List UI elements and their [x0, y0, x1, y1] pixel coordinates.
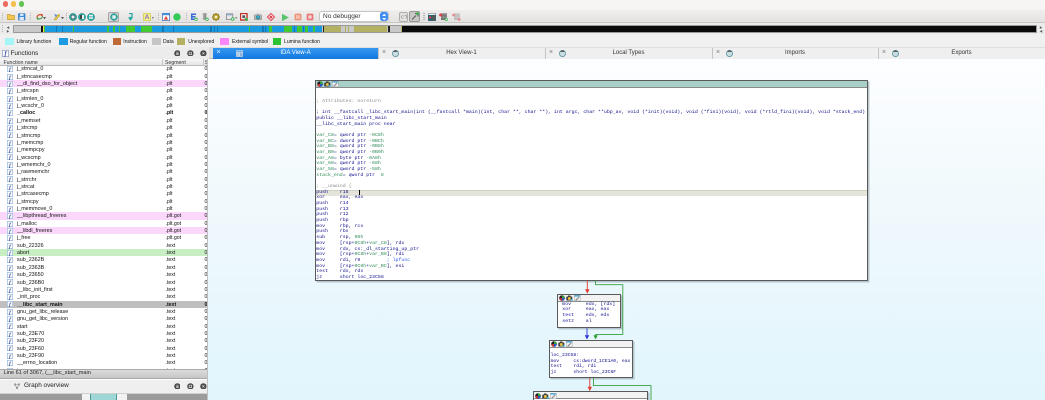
svg-text:A: A [145, 14, 150, 21]
svg-text:c: c [401, 15, 404, 21]
